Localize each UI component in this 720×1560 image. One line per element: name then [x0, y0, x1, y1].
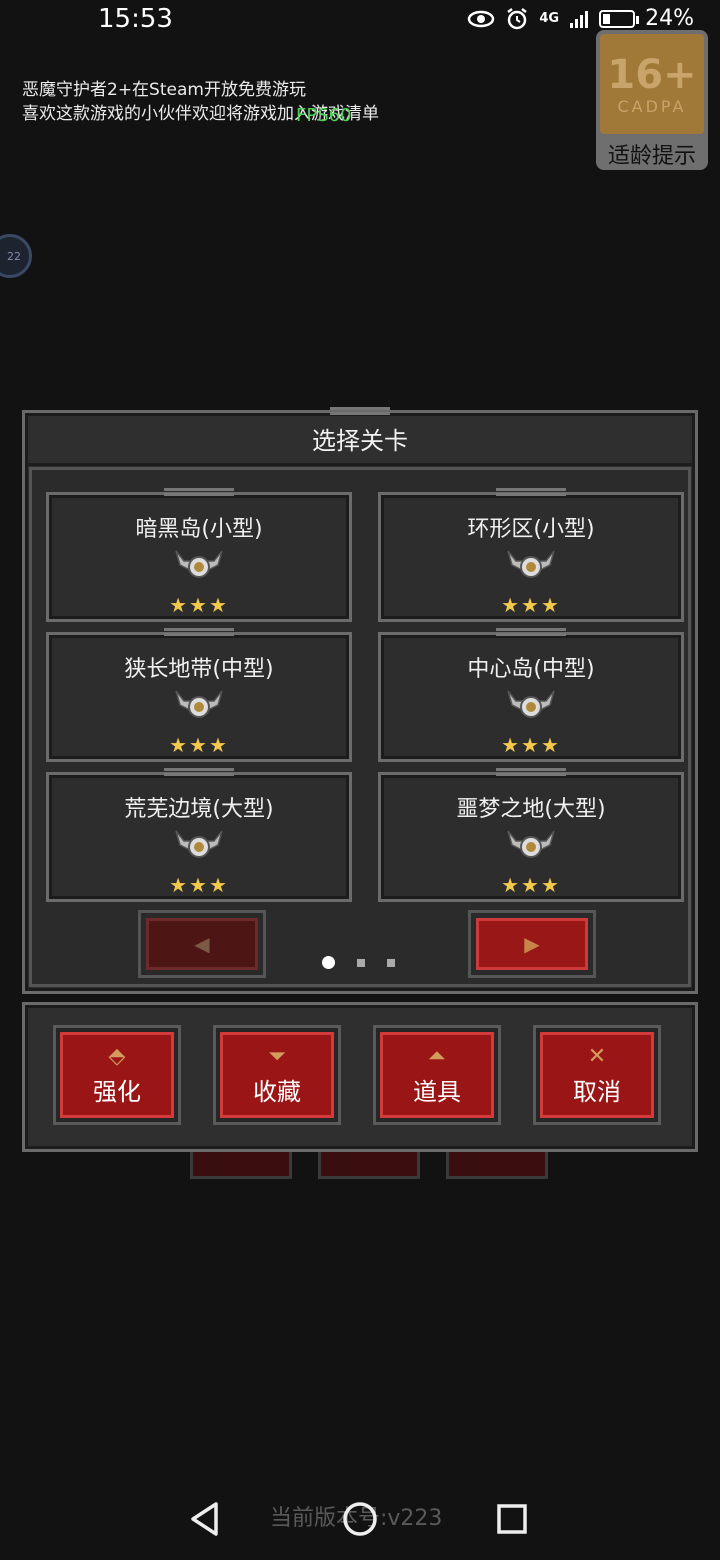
potion-icon: ⏶	[428, 1043, 446, 1069]
cancel-label: 取消	[573, 1077, 621, 1106]
level-card[interactable]: 狭长地带(中型) ★★★	[46, 628, 352, 762]
eye-icon	[468, 10, 495, 27]
collection-button[interactable]: ⏷ 收藏	[213, 1025, 341, 1125]
upgrade-icon: ⬘	[108, 1043, 126, 1069]
panel-ornament	[330, 407, 390, 415]
page-dot-1	[322, 956, 335, 969]
signal-icon: 4G	[539, 11, 560, 26]
age-rating-org: CADPA	[617, 96, 687, 116]
upgrade-label: 强化	[93, 1077, 141, 1106]
level-card[interactable]: 环形区(小型) ★★★	[378, 488, 684, 622]
close-icon: ✕	[587, 1043, 607, 1069]
level-stars: ★★★	[501, 593, 561, 617]
home-icon[interactable]	[335, 1494, 385, 1544]
goblet-icon: ⏷	[268, 1043, 286, 1069]
level-card[interactable]: 荒芜边境(大型) ★★★	[46, 768, 352, 902]
level-stars: ★★★	[169, 733, 229, 757]
horned-crest-icon	[175, 830, 223, 858]
level-name: 中心岛(中型)	[467, 657, 595, 682]
battery-percent: 24%	[645, 6, 694, 31]
level-card[interactable]: 暗黑岛(小型) ★★★	[46, 488, 352, 622]
status-icons: 4G 24%	[467, 6, 694, 31]
card-ornament	[164, 768, 234, 776]
card-ornament	[164, 628, 234, 636]
level-name: 狭长地带(中型)	[124, 657, 274, 682]
horned-crest-icon	[507, 830, 555, 858]
level-select-panel: 选择关卡 暗黑岛(小型) ★★★ 环形区(小型) ★★★ 狭长地带(中型) ★★…	[22, 407, 698, 994]
level-card[interactable]: 中心岛(中型) ★★★	[378, 628, 684, 762]
level-stars: ★★★	[501, 873, 561, 897]
battery-fill	[603, 13, 611, 24]
level-stars: ★★★	[169, 593, 229, 617]
age-rating-badge: 16+ CADPA 适龄提示	[596, 30, 708, 170]
recents-icon[interactable]	[487, 1494, 537, 1544]
page-dot-3	[387, 958, 395, 967]
level-name: 暗黑岛(小型)	[135, 517, 263, 542]
background-menu-remnants	[190, 1152, 548, 1179]
age-rating-label: 适龄提示	[607, 144, 696, 169]
level-name: 环形区(小型)	[467, 517, 595, 542]
page-indicator	[322, 956, 395, 969]
signal-bars-icon	[570, 10, 589, 28]
page-dot-2	[357, 958, 365, 967]
alarm-icon	[507, 7, 528, 29]
prev-page-button[interactable]: ◀	[138, 910, 266, 978]
upgrade-button[interactable]: ⬘ 强化	[53, 1025, 181, 1125]
status-time: 15:53	[98, 4, 173, 34]
horned-crest-icon	[175, 550, 223, 578]
arrow-left-icon: ◀	[194, 932, 210, 956]
age-rating: 16+	[607, 51, 697, 98]
card-ornament	[496, 488, 566, 496]
horned-crest-icon	[175, 690, 223, 718]
items-label: 道具	[413, 1077, 461, 1106]
card-ornament	[496, 768, 566, 776]
cancel-button[interactable]: ✕ 取消	[533, 1025, 661, 1125]
action-bar: ⬘ 强化 ⏷ 收藏 ⏶ 道具 ✕ 取消	[22, 1002, 698, 1152]
level-stars: ★★★	[169, 873, 229, 897]
arrow-right-icon: ▶	[524, 932, 540, 956]
items-button[interactable]: ⏶ 道具	[373, 1025, 501, 1125]
level-card[interactable]: 噩梦之地(大型) ★★★	[378, 768, 684, 902]
announcement-line-1: 恶魔守护者2+在Steam开放免费游玩	[22, 80, 306, 100]
fps-counter: FPS60	[296, 105, 352, 126]
battery-icon	[599, 9, 640, 28]
level-name: 噩梦之地(大型)	[456, 797, 606, 822]
level-stars: ★★★	[501, 733, 561, 757]
floating-bubble[interactable]: 22	[0, 234, 32, 278]
level-grid: 暗黑岛(小型) ★★★ 环形区(小型) ★★★ 狭长地带(中型) ★★★ 中心岛…	[46, 488, 684, 902]
card-ornament	[496, 628, 566, 636]
panel-title: 选择关卡	[312, 426, 408, 455]
next-page-button[interactable]: ▶	[468, 910, 596, 978]
card-ornament	[164, 488, 234, 496]
back-icon[interactable]	[180, 1494, 230, 1544]
collection-label: 收藏	[253, 1077, 301, 1106]
level-name: 荒芜边境(大型)	[124, 797, 274, 822]
horned-crest-icon	[507, 550, 555, 578]
horned-crest-icon	[507, 690, 555, 718]
